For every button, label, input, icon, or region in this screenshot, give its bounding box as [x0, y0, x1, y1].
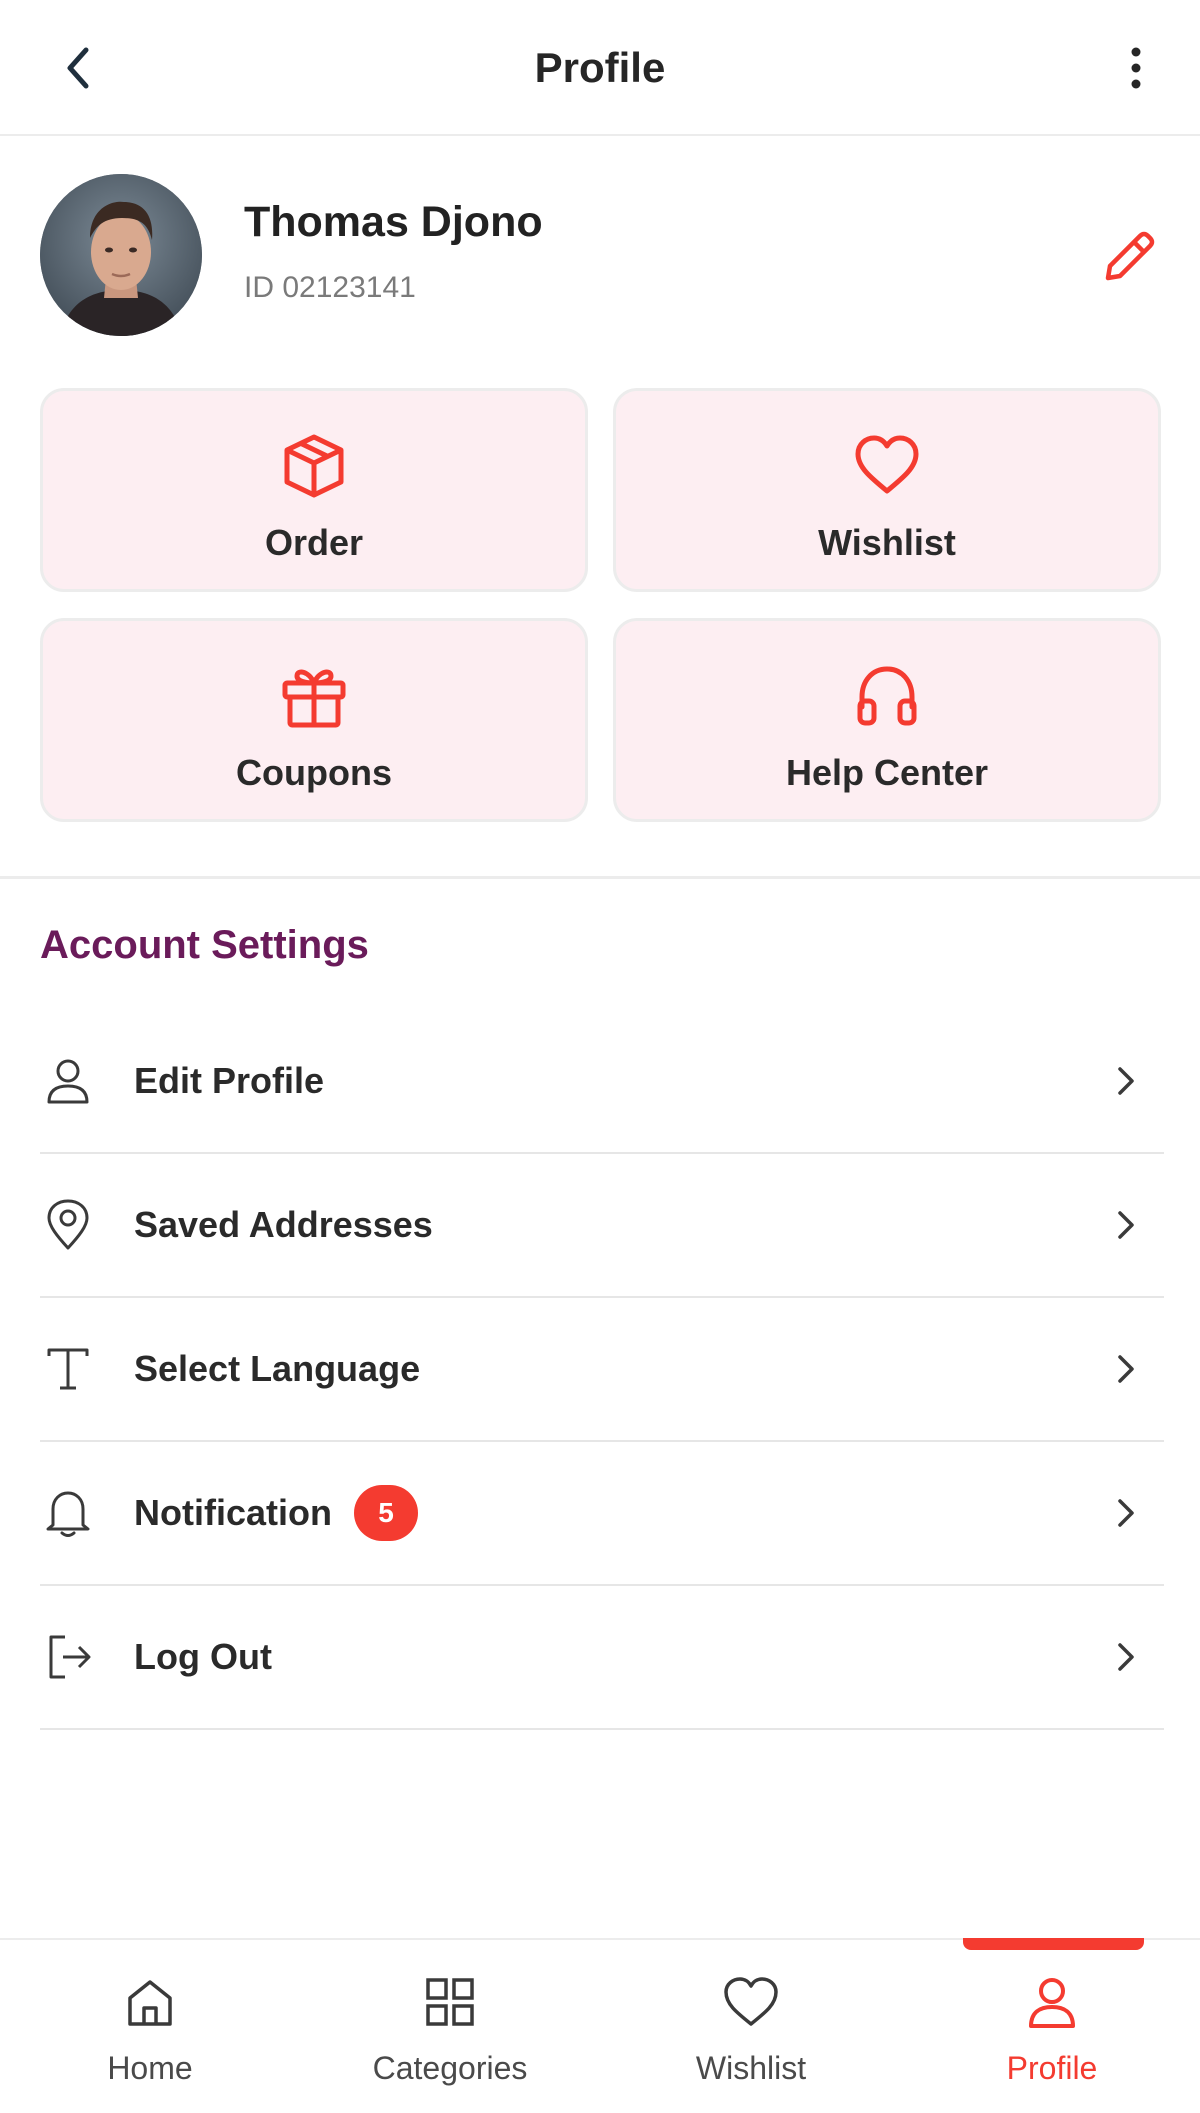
settings-item-saved-addresses[interactable]: Saved Addresses: [40, 1154, 1164, 1298]
settings-item-select-language[interactable]: Select Language: [40, 1298, 1164, 1442]
settings-item-label: Log Out: [134, 1636, 272, 1677]
settings-item-notification[interactable]: Notification 5: [40, 1442, 1164, 1586]
coupons-tile[interactable]: Coupons: [40, 618, 588, 822]
wishlist-tile[interactable]: Wishlist: [613, 388, 1161, 592]
grid-icon: [418, 1970, 482, 2034]
account-settings-heading: Account Settings: [40, 923, 369, 967]
settings-item-log-out[interactable]: Log Out: [40, 1586, 1164, 1730]
user-name: Thomas Djono: [244, 198, 543, 246]
chevron-right-icon: [1108, 1059, 1144, 1103]
chevron-right-icon: [1108, 1347, 1144, 1391]
chevron-right-icon: [1108, 1635, 1144, 1679]
tile-label: Coupons: [236, 752, 392, 793]
chevron-right-icon: [1108, 1203, 1144, 1247]
heart-icon: [719, 1970, 783, 2034]
help-center-tile[interactable]: Help Center: [613, 618, 1161, 822]
settings-item-label: Edit Profile: [134, 1060, 325, 1101]
location-pin-icon: [40, 1197, 96, 1253]
home-icon: [118, 1970, 182, 2034]
nav-label: Wishlist: [695, 2050, 807, 2086]
nav-item-categories[interactable]: Categories: [330, 1940, 570, 2113]
gift-icon: [277, 659, 351, 733]
settings-item-label: Notification: [134, 1492, 332, 1533]
profile-photo: [40, 174, 202, 336]
nav-label: Home: [107, 2050, 193, 2086]
nav-item-profile[interactable]: Profile: [932, 1940, 1172, 2113]
order-tile[interactable]: Order: [40, 388, 588, 592]
logout-icon: [40, 1629, 96, 1685]
headphones-icon: [850, 659, 924, 733]
nav-item-wishlist[interactable]: Wishlist: [631, 1940, 871, 2113]
more-options-button[interactable]: [1108, 40, 1164, 96]
nav-label: Categories: [372, 2050, 528, 2086]
settings-item-label: Select Language: [134, 1348, 421, 1389]
bottom-navigation: Home Categories Wishlist Profile: [0, 1938, 1200, 2113]
section-divider: [0, 876, 1200, 879]
settings-item-edit-profile[interactable]: Edit Profile: [40, 1010, 1164, 1154]
account-settings-list: Edit Profile Saved Addresses Select Lang…: [40, 1010, 1164, 1730]
user-icon: [40, 1053, 96, 1109]
avatar: [40, 174, 202, 336]
tile-label: Help Center: [785, 752, 989, 793]
tile-label: Order: [264, 522, 364, 563]
nav-item-home[interactable]: Home: [30, 1940, 270, 2113]
nav-label: Profile: [1006, 2050, 1098, 2086]
tile-label: Wishlist: [818, 522, 956, 563]
active-tab-indicator: [963, 1938, 1144, 1950]
heart-icon: [850, 429, 924, 503]
pencil-icon: [1105, 231, 1155, 281]
bell-icon: [40, 1485, 96, 1541]
text-icon: [40, 1341, 96, 1397]
top-app-bar: Profile: [0, 0, 1200, 136]
edit-profile-button[interactable]: [1096, 222, 1164, 290]
user-icon: [1020, 1970, 1084, 2034]
vertical-dots-icon: [1131, 47, 1141, 89]
settings-item-label: Saved Addresses: [134, 1204, 433, 1245]
notification-count-badge: 5: [353, 1485, 418, 1541]
chevron-right-icon: [1108, 1491, 1144, 1535]
page-title: Profile: [534, 44, 666, 91]
user-id: ID 02123141: [244, 271, 416, 304]
box-icon: [277, 429, 351, 503]
